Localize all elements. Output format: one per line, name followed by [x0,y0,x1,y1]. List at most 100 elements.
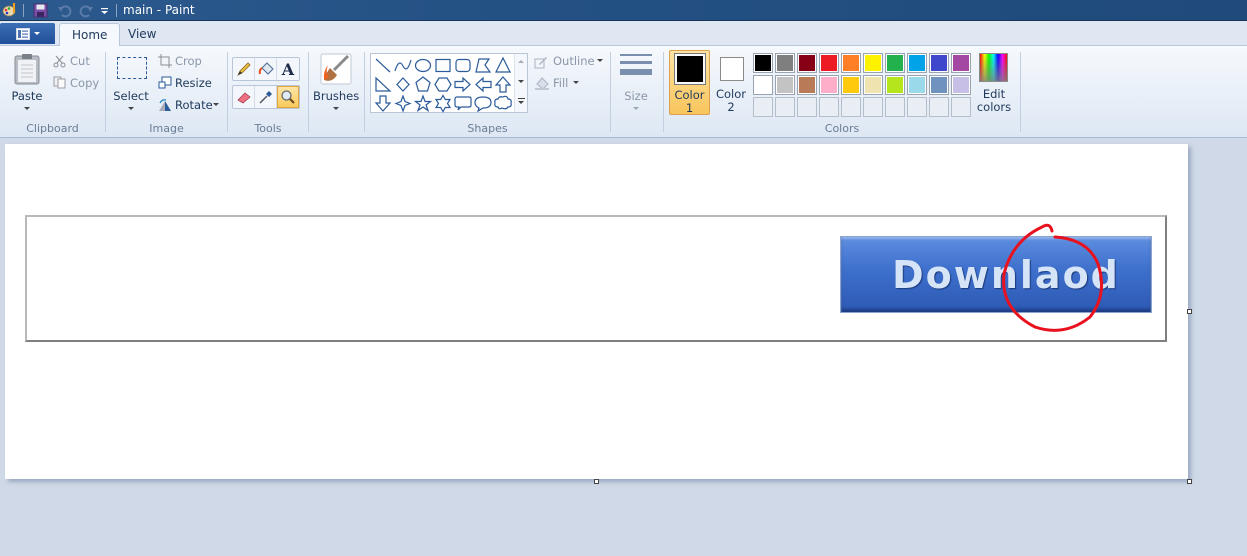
up-arrow-shape-icon[interactable] [493,75,513,94]
canvas-workspace: Downlaod [0,139,1247,556]
customize-quick-access-icon[interactable] [97,3,112,18]
hexagon-shape-icon[interactable] [433,75,453,94]
crop-icon [158,54,172,68]
palette-swatch[interactable] [797,75,817,95]
drawing-canvas[interactable]: Downlaod [5,144,1188,479]
palette-swatch[interactable] [753,75,773,95]
palette-swatch[interactable] [885,75,905,95]
palette-swatch[interactable] [951,53,971,73]
oval-callout-shape-icon[interactable] [473,94,493,113]
fill-button[interactable]: Fill [553,76,568,90]
palette-swatch[interactable] [929,75,949,95]
fill-tool[interactable] [255,58,277,80]
chevron-down-icon [24,107,30,110]
palette-swatch-empty[interactable] [797,97,817,117]
rectangle-shape-icon[interactable] [433,56,453,75]
six-point-star-shape-icon[interactable] [433,94,453,113]
eraser-tool[interactable] [233,86,255,108]
color-2-label: Color [715,87,747,101]
copy-button[interactable]: Copy [70,76,99,90]
left-arrow-shape-icon[interactable] [473,75,493,94]
copy-icon [53,76,66,89]
palette-swatch[interactable] [819,75,839,95]
resize-handle-right[interactable] [1187,309,1192,314]
cloud-callout-shape-icon[interactable] [493,94,513,113]
diamond-shape-icon[interactable] [393,75,413,94]
cut-button[interactable]: Cut [70,54,90,68]
text-tool[interactable]: A [277,58,299,80]
palette-swatch-empty[interactable] [907,97,927,117]
pentagon-shape-icon[interactable] [413,75,433,94]
color-1-number: 1 [685,101,694,115]
palette-swatch[interactable] [775,53,795,73]
expand-gallery-icon[interactable] [518,98,525,105]
select-button[interactable]: Select [112,50,150,114]
polygon-shape-icon[interactable] [473,56,493,75]
palette-swatch[interactable] [951,75,971,95]
magnifier-icon [281,90,295,104]
five-point-star-shape-icon[interactable] [413,94,433,113]
rounded-callout-shape-icon[interactable] [453,94,473,113]
crop-button[interactable]: Crop [175,54,202,68]
palette-swatch-empty[interactable] [753,97,773,117]
resize-handle-bottom[interactable] [594,479,599,484]
palette-swatch[interactable] [841,75,861,95]
palette-swatch[interactable] [775,75,795,95]
palette-swatch-empty[interactable] [819,97,839,117]
palette-swatch[interactable] [907,75,927,95]
tab-view[interactable]: View [116,23,168,47]
swatch-color [931,77,947,93]
paint-menu-button[interactable] [0,23,55,44]
palette-swatch[interactable] [863,53,883,73]
color-picker-tool[interactable] [255,86,277,108]
brushes-button[interactable]: Brushes [313,50,359,114]
palette-swatch[interactable] [797,53,817,73]
resize-handle-corner[interactable] [1187,479,1192,484]
scroll-down-icon[interactable] [518,80,524,83]
magnifier-tool[interactable] [277,86,299,108]
palette-swatch-empty[interactable] [951,97,971,117]
tab-home[interactable]: Home [59,23,121,47]
palette-swatch[interactable] [863,75,883,95]
size-button[interactable]: Size [616,50,656,114]
palette-swatch-empty[interactable] [885,97,905,117]
palette-swatch-empty[interactable] [929,97,949,117]
four-point-star-shape-icon[interactable] [393,94,413,113]
palette-swatch[interactable] [929,53,949,73]
undo-icon[interactable] [57,3,72,18]
pencil-tool[interactable] [233,58,255,80]
right-triangle-shape-icon[interactable] [373,75,393,94]
triangle-shape-icon[interactable] [493,56,513,75]
scroll-up-icon[interactable] [518,60,524,63]
resize-button[interactable]: Resize [175,76,212,90]
rotate-button[interactable]: Rotate [175,98,213,112]
swatch-color [931,55,947,71]
edit-colors-label-line2: colors [976,100,1012,114]
save-icon[interactable] [33,3,48,18]
palette-swatch[interactable] [841,53,861,73]
paint-app-icon[interactable] [2,2,18,18]
chevron-down-icon [128,107,134,110]
palette-swatch-empty[interactable] [841,97,861,117]
group-separator [308,52,309,132]
oval-shape-icon[interactable] [413,56,433,75]
line-shape-icon[interactable] [373,56,393,75]
rounded-rectangle-shape-icon[interactable] [453,56,473,75]
palette-swatch[interactable] [885,53,905,73]
redo-icon[interactable] [79,3,94,18]
palette-swatch[interactable] [819,53,839,73]
color-1-button[interactable]: Color 1 [669,50,710,115]
palette-swatch-empty[interactable] [775,97,795,117]
paste-button[interactable]: Paste [8,50,46,114]
down-arrow-shape-icon[interactable] [373,94,393,113]
color-2-button[interactable]: Color 2 [712,50,750,115]
palette-swatch-empty[interactable] [863,97,883,117]
edit-colors-button[interactable]: Edit colors [973,50,1015,115]
outline-button[interactable]: Outline [553,54,595,68]
palette-swatch[interactable] [753,53,773,73]
palette-swatch[interactable] [907,53,927,73]
right-arrow-shape-icon[interactable] [453,75,473,94]
curve-shape-icon[interactable] [393,56,413,75]
shapes-scrollbar[interactable] [514,54,527,112]
title-separator [23,4,24,17]
